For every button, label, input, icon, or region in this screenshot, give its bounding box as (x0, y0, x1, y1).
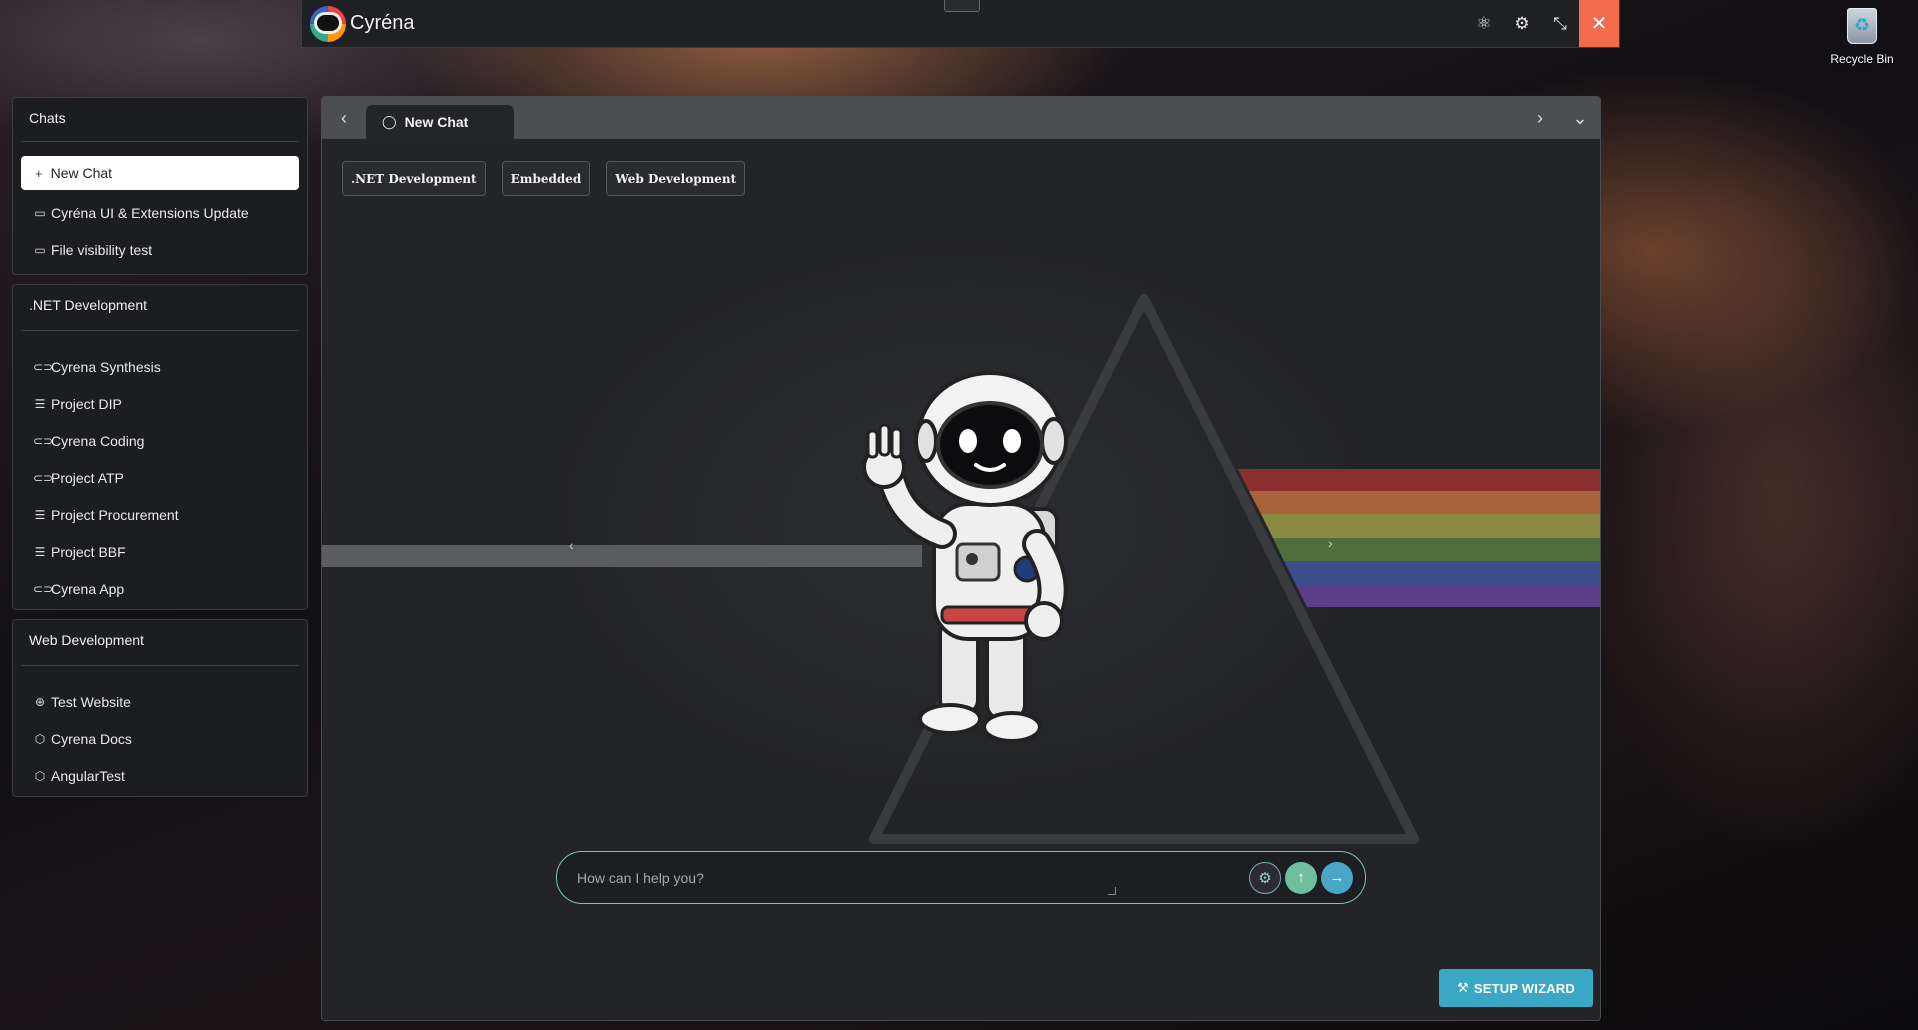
server-icon: ☰ (34, 544, 46, 559)
plus-icon: + (35, 165, 43, 181)
chats-panel: Chats + New Chat ▭ Cyréna UI & Extension… (12, 97, 308, 275)
chat-stage: .NET Development Embedded Web Developmen… (322, 139, 1600, 1020)
sidebar-item-label: Cyrena App (51, 580, 125, 597)
chat-bubble-icon: ▭ (34, 205, 46, 220)
link-icon: ⊂⊃ (33, 433, 54, 448)
app-title: Cyréna (350, 12, 415, 34)
settings-gear-icon[interactable]: ⚙ (1503, 0, 1541, 47)
dotnet-panel-title: .NET Development (21, 285, 299, 331)
dotnet-panel: .NET Development ⊂⊃ Cyrena Synthesis ☰ P… (12, 284, 308, 610)
app-logo (310, 5, 346, 42)
sidebar-item-label: Project BBF (51, 543, 126, 560)
setup-wizard-label: SETUP WIZARD (1473, 980, 1575, 996)
astronaut-mascot-image (862, 371, 1068, 743)
chat-bubble-icon: ◯ (382, 114, 397, 129)
restore-window-icon[interactable]: ⤡ (1541, 0, 1579, 47)
beam-marker-right-icon: › (1328, 535, 1333, 551)
sidebar-project-item[interactable]: ⬡ AngularTest (13, 757, 307, 794)
extensions-icon[interactable]: ⚛ (1465, 0, 1503, 47)
sidebar-item-label: Cyrena Synthesis (51, 358, 161, 375)
sidebar-item-label: Project ATP (51, 469, 124, 486)
tab-label: New Chat (404, 114, 469, 130)
magic-wand-icon: ⚒ (1457, 980, 1469, 995)
new-chat-label: New Chat (50, 165, 113, 181)
new-chat-button[interactable]: + New Chat (21, 156, 299, 190)
close-icon: ✕ (1590, 13, 1608, 35)
sidebar-item-label: Project DIP (51, 395, 122, 412)
sidebar-project-item[interactable]: ⊂⊃ Cyrena Synthesis (13, 348, 307, 385)
send-arrow-icon[interactable]: → (1321, 861, 1353, 894)
recycle-bin-icon (1847, 8, 1877, 44)
sidebar-chat-item[interactable]: ▭ Cyréna UI & Extensions Update (13, 194, 307, 231)
chat-bubble-icon: ▭ (34, 242, 46, 257)
title-bar: Cyréna ⚛ ⚙ ⤡ ✕ (301, 0, 1620, 48)
box-icon: ⬡ (34, 768, 46, 783)
sidebar-project-item[interactable]: ⬡ Cyrena Docs (13, 720, 307, 757)
sidebar-item-label: Cyrena Coding (51, 432, 145, 449)
input-settings-gear-icon[interactable]: ⚙ (1249, 861, 1281, 894)
sidebar-chat-item[interactable]: ▭ File visibility test (13, 231, 307, 268)
link-icon: ⊂⊃ (33, 581, 54, 596)
sidebar-item-label: Project Procurement (51, 506, 179, 523)
server-icon: ☰ (34, 396, 46, 411)
upload-arrow-icon[interactable]: ↑ (1285, 861, 1317, 894)
web-panel: Web Development ⊕ Test Website ⬡ Cyrena … (12, 619, 308, 797)
sidebar-project-item[interactable]: ☰ Project BBF (13, 533, 307, 570)
link-icon: ⊂⊃ (33, 359, 54, 374)
tab-bar: ‹ ◯ New Chat › ⌄ (322, 97, 1600, 139)
sidebar-project-item[interactable]: ☰ Project Procurement (13, 496, 307, 533)
setup-wizard-button[interactable]: ⚒ SETUP WIZARD (1439, 969, 1593, 1007)
chat-window: ‹ ◯ New Chat › ⌄ .NET Development Embedd… (321, 96, 1601, 1021)
chat-input[interactable] (577, 869, 1245, 886)
textarea-resize-handle[interactable] (1108, 887, 1116, 895)
recycle-bin-shortcut[interactable]: Recycle Bin (1826, 8, 1898, 66)
globe-icon: ⊕ (34, 694, 46, 709)
close-button[interactable]: ✕ (1579, 0, 1619, 47)
window-drag-handle[interactable] (944, 0, 980, 12)
link-icon: ⊂⊃ (33, 470, 54, 485)
sidebar-project-item[interactable]: ☰ Project DIP (13, 385, 307, 422)
sidebar-item-label: Test Website (51, 693, 131, 710)
sidebar-project-item[interactable]: ⊂⊃ Project ATP (13, 459, 307, 496)
server-icon: ☰ (34, 507, 46, 522)
sidebar-project-item[interactable]: ⊕ Test Website (13, 683, 307, 720)
sidebar-item-label: Cyrena Docs (51, 730, 132, 747)
chats-panel-title: Chats (21, 98, 299, 142)
sidebar-item-label: File visibility test (51, 241, 153, 258)
recycle-bin-label: Recycle Bin (1830, 52, 1894, 66)
web-panel-title: Web Development (21, 620, 299, 666)
chevron-down-icon[interactable]: ⌄ (1560, 97, 1600, 139)
tab-scroll-right-icon[interactable]: › (1520, 97, 1560, 139)
sidebar-item-label: Cyréna UI & Extensions Update (51, 204, 249, 221)
sidebar-item-label: AngularTest (51, 767, 125, 784)
sidebar-project-item[interactable]: ⊂⊃ Cyrena App (13, 570, 307, 607)
chat-input-bar: ⚙ ↑ → (556, 851, 1366, 904)
sidebar-project-item[interactable]: ⊂⊃ Cyrena Coding (13, 422, 307, 459)
tab-scroll-left-icon[interactable]: ‹ (322, 97, 366, 139)
tab-new-chat[interactable]: ◯ New Chat (366, 105, 514, 139)
box-icon: ⬡ (34, 731, 46, 746)
